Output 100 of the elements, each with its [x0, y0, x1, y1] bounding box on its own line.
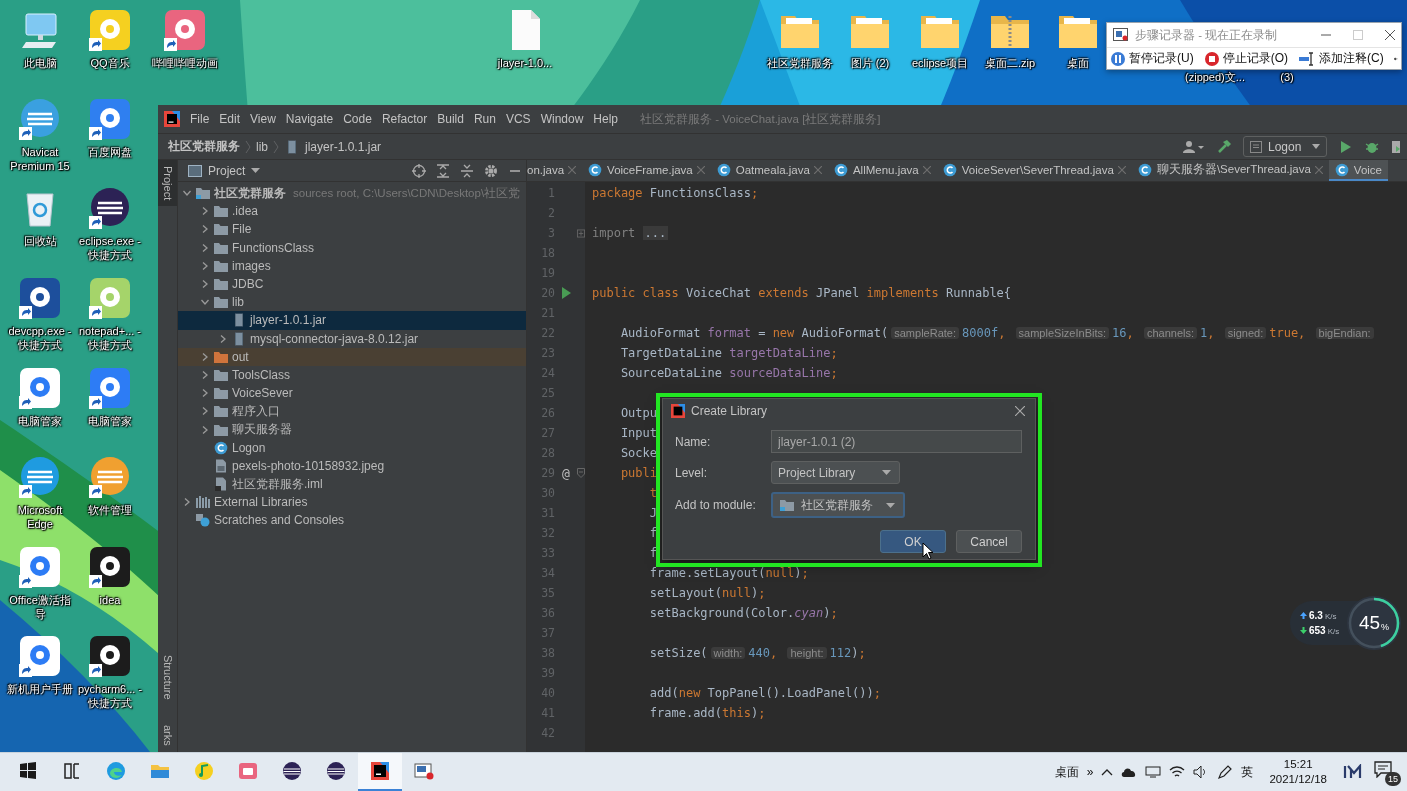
breadcrumb-item[interactable]: jlayer-1.0.1.jar: [305, 139, 382, 154]
recorder-button[interactable]: 添加注释(C): [1298, 50, 1384, 67]
app-icon[interactable]: [88, 186, 132, 230]
chevron-icon[interactable]: [200, 242, 210, 253]
tree-item[interactable]: 社区党群服务.iml: [178, 475, 526, 494]
menu-item[interactable]: Navigate: [285, 112, 334, 126]
desktop-icon-label[interactable]: 新机用户手册: [7, 682, 73, 696]
taskbar-button[interactable]: [358, 753, 402, 791]
expand-all-icon[interactable]: [436, 163, 450, 178]
menu-item[interactable]: Run: [473, 112, 496, 126]
app-icon[interactable]: [18, 276, 62, 320]
side-tab[interactable]: Project: [158, 160, 177, 207]
tree-item[interactable]: lib: [178, 293, 526, 312]
desktop-icon-label[interactable]: (zipped)文...: [1185, 70, 1245, 84]
chevron-icon[interactable]: [200, 206, 210, 217]
tree-item[interactable]: File: [178, 220, 526, 239]
tree-item[interactable]: pexels-photo-10158932.jpeg: [178, 456, 526, 475]
tree-item[interactable]: .idea: [178, 202, 526, 221]
tree-item[interactable]: mysql-connector-java-8.0.12.jar: [178, 329, 526, 348]
close-icon[interactable]: [1385, 30, 1395, 40]
settings-icon[interactable]: [484, 163, 498, 178]
run-icon[interactable]: [561, 287, 571, 299]
desktop-icon-label[interactable]: 回收站: [23, 234, 57, 248]
app-icon[interactable]: [88, 634, 132, 678]
tree-item[interactable]: out: [178, 347, 526, 366]
desktop-icon-label[interactable]: QQ音乐: [90, 56, 130, 70]
editor-tab[interactable]: 聊天服务器\SeverThread.java: [1131, 160, 1329, 181]
tree-item[interactable]: images: [178, 256, 526, 275]
dropdown[interactable]: 社区党群服务: [771, 492, 905, 518]
dialog-button[interactable]: Cancel: [956, 530, 1022, 553]
project-view-dropdown[interactable]: Project: [188, 163, 261, 178]
editor-tab[interactable]: VoiceFrame.java: [582, 160, 711, 181]
recorder-button[interactable]: 停止记录(O): [1203, 50, 1288, 67]
clock-time[interactable]: 15:21: [1283, 757, 1313, 772]
toolbar-label[interactable]: 桌面: [1054, 763, 1079, 781]
wifi-icon[interactable]: [1169, 765, 1186, 779]
chevron-icon[interactable]: [200, 424, 210, 435]
side-tab[interactable]: arks: [158, 719, 177, 752]
app-icon[interactable]: [88, 545, 132, 589]
menu-item[interactable]: Window: [540, 112, 584, 126]
pen-icon[interactable]: [1217, 764, 1234, 780]
run-config-dropdown[interactable]: Logon: [1243, 136, 1327, 157]
tree-item[interactable]: ToolsClass: [178, 365, 526, 385]
name-field[interactable]: jlayer-1.0.1 (2): [771, 430, 1022, 453]
menu-item[interactable]: Edit: [219, 112, 241, 126]
menu-item[interactable]: File: [190, 112, 210, 126]
menu-item[interactable]: Build: [437, 112, 464, 126]
breadcrumb-item[interactable]: lib: [256, 139, 268, 154]
clock-date[interactable]: 2021/12/18: [1269, 772, 1327, 787]
chevron-icon[interactable]: [200, 406, 210, 417]
tree-item[interactable]: 聊天服务器: [178, 420, 526, 439]
chevron-up-icon[interactable]: [1101, 767, 1114, 777]
fold-icon[interactable]: [577, 228, 585, 238]
menu-item[interactable]: VCS: [505, 112, 531, 126]
input-method[interactable]: 英: [1241, 763, 1254, 781]
menu-item[interactable]: Help: [593, 112, 618, 126]
tree-item[interactable]: Logon: [178, 438, 526, 457]
editor-tab[interactable]: Oatmeala.java: [710, 160, 828, 181]
tree-item[interactable]: Scratches and Consoles: [178, 511, 526, 530]
editor-tab[interactable]: on.java: [527, 160, 583, 181]
side-tab[interactable]: Structure: [158, 648, 177, 706]
editor-tab[interactable]: VoiceSever\SeverThread.java: [936, 160, 1132, 181]
chevron-icon[interactable]: [200, 369, 210, 380]
tree-item[interactable]: 程序入口: [178, 402, 526, 421]
hammer-icon[interactable]: [1217, 139, 1231, 154]
tree-item[interactable]: FunctionsClass: [178, 238, 526, 257]
tree-item[interactable]: JDBC: [178, 274, 526, 294]
desktop-icon-label[interactable]: eclipse.exe - 快捷方式: [76, 234, 144, 262]
overflow-button[interactable]: »: [1086, 765, 1094, 779]
breadcrumb-item[interactable]: 社区党群服务: [168, 138, 240, 155]
desktop-icon-label[interactable]: devcpp.exe - 快捷方式: [6, 324, 74, 352]
menu-item[interactable]: View: [250, 112, 276, 126]
collapse-all-icon[interactable]: [460, 163, 474, 178]
editor-tab[interactable]: AllMenu.java: [827, 160, 937, 181]
editor-tab[interactable]: Voice: [1328, 160, 1388, 181]
chevron-icon[interactable]: [218, 333, 228, 344]
chevron-icon[interactable]: [182, 497, 192, 508]
desktop-icon-label[interactable]: 桌面: [1067, 56, 1089, 70]
chevron-icon[interactable]: [200, 224, 210, 235]
desktop-icon-label[interactable]: notepad+... - 快捷方式: [76, 324, 144, 352]
desktop-icon-label[interactable]: pycharm6... - 快捷方式: [76, 682, 144, 710]
tree-item[interactable]: External Libraries: [178, 493, 526, 512]
network-icon[interactable]: [1145, 766, 1162, 778]
cloud-icon[interactable]: [1121, 766, 1138, 778]
coverage-icon[interactable]: [1391, 139, 1401, 154]
chevron-icon[interactable]: [200, 388, 210, 399]
dialog-button[interactable]: OK: [880, 530, 946, 553]
chevron-icon[interactable]: [200, 351, 210, 362]
recorder-button[interactable]: 暂停记录(U): [1110, 50, 1194, 67]
fold-icon[interactable]: [577, 468, 585, 478]
user-icon[interactable]: [1183, 139, 1205, 154]
desktop-icon-label[interactable]: 桌面二.zip: [984, 56, 1036, 70]
chevron-icon[interactable]: [200, 279, 210, 290]
override-marker[interactable]: @: [562, 465, 570, 481]
notification-icon[interactable]: [1373, 760, 1393, 778]
desktop-icon-label[interactable]: 软件管理: [88, 503, 132, 517]
close-icon[interactable]: [1015, 406, 1025, 416]
tree-item[interactable]: VoiceSever: [178, 384, 526, 403]
tree-item[interactable]: jlayer-1.0.1.jar: [178, 311, 526, 330]
menu-item[interactable]: Code: [343, 112, 372, 126]
